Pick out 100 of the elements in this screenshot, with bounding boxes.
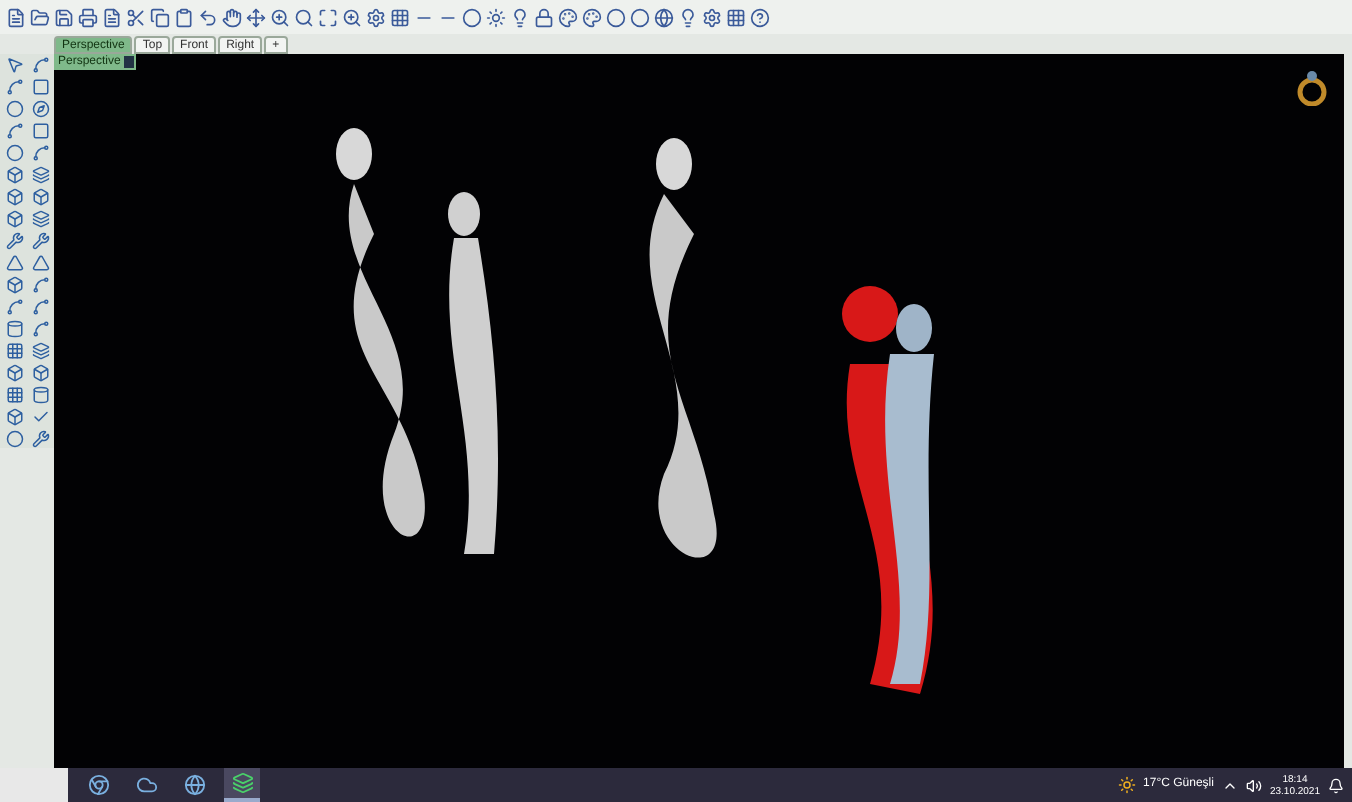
toolbar-button[interactable] [220, 5, 242, 29]
app-icon [183, 774, 205, 796]
toolbar-button[interactable] [532, 5, 554, 29]
tool-icon [5, 187, 23, 205]
toolbar-button[interactable] [100, 5, 122, 29]
toolbar-button[interactable] [148, 5, 170, 29]
weather-icon [1117, 776, 1136, 794]
toolbar-button[interactable] [292, 5, 314, 29]
tool-button[interactable] [2, 296, 26, 316]
tool-button[interactable] [2, 54, 26, 74]
toolbar-icon [149, 7, 169, 27]
toolbar-icon [581, 7, 601, 27]
tool-button[interactable] [2, 274, 26, 294]
ring-icon [1296, 70, 1328, 106]
toolbar-button[interactable] [460, 5, 482, 29]
toolbar-icon [197, 7, 217, 27]
toolbar-button[interactable] [484, 5, 506, 29]
tool-button[interactable] [2, 186, 26, 206]
toolbar-icon [389, 7, 409, 27]
tool-icon [5, 209, 23, 227]
toolbar-button[interactable] [388, 5, 410, 29]
toolbar-button[interactable] [724, 5, 746, 29]
toolbar-button[interactable] [316, 5, 338, 29]
toolbar-icon [509, 7, 529, 27]
toolbar-icon [173, 7, 193, 27]
tool-icon [5, 363, 23, 381]
toolbar-button[interactable] [508, 5, 530, 29]
tool-button[interactable] [28, 164, 52, 184]
tool-icon [31, 429, 49, 447]
tool-button[interactable] [28, 296, 52, 316]
tool-button[interactable] [2, 208, 26, 228]
tool-button[interactable] [28, 230, 52, 250]
tool-icon [5, 385, 23, 403]
tool-button[interactable] [28, 54, 52, 74]
tool-button[interactable] [2, 384, 26, 404]
toolbar-icon [5, 7, 25, 27]
tool-button[interactable] [28, 208, 52, 228]
toolbar-button[interactable] [172, 5, 194, 29]
tool-icon [5, 121, 23, 139]
toolbar-icon [653, 7, 673, 27]
tool-button[interactable] [28, 406, 52, 426]
tool-icon [31, 99, 49, 117]
tool-icon [31, 209, 49, 227]
tool-button[interactable] [2, 406, 26, 426]
tool-button[interactable] [2, 230, 26, 250]
toolbar-icon [365, 7, 385, 27]
tool-button[interactable] [2, 98, 26, 118]
tool-icon [5, 319, 23, 337]
tool-button[interactable] [2, 76, 26, 96]
toolbar-button[interactable] [28, 5, 50, 29]
tool-icon [31, 143, 49, 161]
toolbar-button[interactable] [676, 5, 698, 29]
tool-icon [31, 55, 49, 73]
toolbar-button[interactable] [124, 5, 146, 29]
toolbar-button[interactable] [340, 5, 362, 29]
toolbar-button[interactable] [52, 5, 74, 29]
toolbar-button[interactable] [268, 5, 290, 29]
tool-button[interactable] [28, 76, 52, 96]
tool-button[interactable] [28, 186, 52, 206]
tool-button[interactable] [28, 98, 52, 118]
tool-button[interactable] [2, 142, 26, 162]
tool-button[interactable] [28, 340, 52, 360]
app-icon [135, 774, 157, 796]
toolbar-button[interactable] [604, 5, 626, 29]
toolbar-button[interactable] [556, 5, 578, 29]
tool-button[interactable] [2, 318, 26, 338]
toolbar-icon [677, 7, 697, 27]
tool-button[interactable] [28, 318, 52, 338]
tool-icon [5, 407, 23, 425]
tool-icon [31, 275, 49, 293]
tool-button[interactable] [2, 362, 26, 382]
tool-button[interactable] [28, 120, 52, 140]
toolbar-icon [245, 7, 265, 27]
toolbar-button[interactable] [652, 5, 674, 29]
tool-icon [31, 341, 49, 359]
tool-button[interactable] [28, 274, 52, 294]
toolbar-button[interactable] [748, 5, 770, 29]
toolbar-button[interactable] [700, 5, 722, 29]
search-field[interactable] [0, 768, 68, 802]
tool-button[interactable] [28, 252, 52, 272]
tool-button[interactable] [2, 252, 26, 272]
toolbar-button[interactable] [4, 5, 26, 29]
toolbar-button[interactable] [364, 5, 386, 29]
taskbar-app-button[interactable] [224, 768, 260, 802]
toolbar-button[interactable] [76, 5, 98, 29]
tool-icon [5, 297, 23, 315]
tool-button[interactable] [2, 164, 26, 184]
tool-button[interactable] [2, 120, 26, 140]
toolbar-button[interactable] [580, 5, 602, 29]
toolbar-button[interactable] [244, 5, 266, 29]
tool-button[interactable] [28, 362, 52, 382]
tool-button[interactable] [28, 142, 52, 162]
tool-button[interactable] [28, 384, 52, 404]
toolbar-icon [269, 7, 289, 27]
tool-button[interactable] [28, 428, 52, 448]
toolbar-icon [125, 7, 145, 27]
toolbar-button[interactable] [628, 5, 650, 29]
toolbar-button[interactable] [196, 5, 218, 29]
tool-button[interactable] [2, 428, 26, 448]
tool-button[interactable] [2, 340, 26, 360]
